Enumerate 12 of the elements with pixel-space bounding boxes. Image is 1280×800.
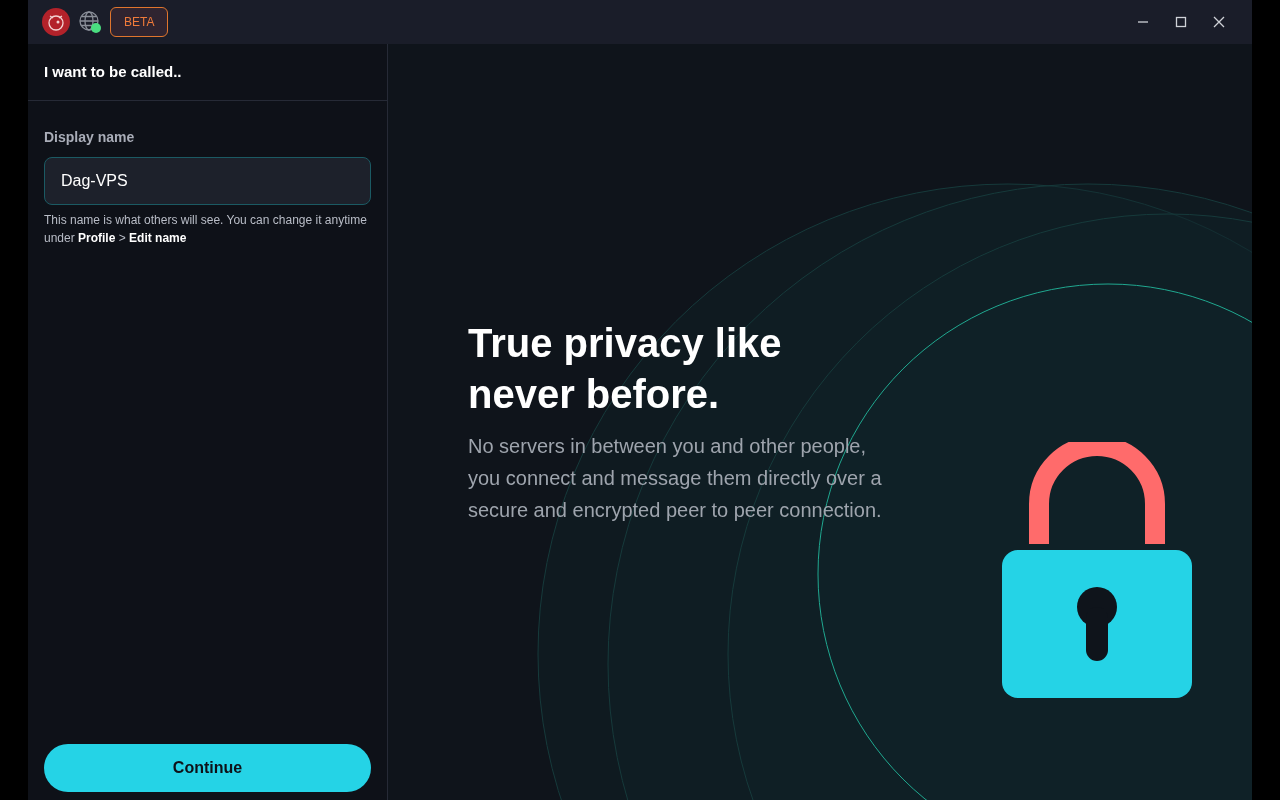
hint-text: This name is what others will see. You can change it anytime under Profile > Edit name (44, 212, 368, 247)
owl-logo-icon (42, 8, 70, 36)
globe-status-icon[interactable] (78, 10, 102, 34)
hero-title: True privacy like never before. (468, 320, 783, 418)
field-label: Display name (44, 128, 136, 147)
close-icon (1213, 16, 1225, 28)
padlock-icon (1002, 442, 1192, 698)
maximize-icon (1175, 16, 1187, 28)
beta-badge: BETA (110, 7, 169, 37)
panel-heading: I want to be called.. (44, 61, 182, 82)
continue-button[interactable]: Continue (44, 744, 371, 792)
display-name-field[interactable]: Dag-VPS (44, 157, 371, 205)
